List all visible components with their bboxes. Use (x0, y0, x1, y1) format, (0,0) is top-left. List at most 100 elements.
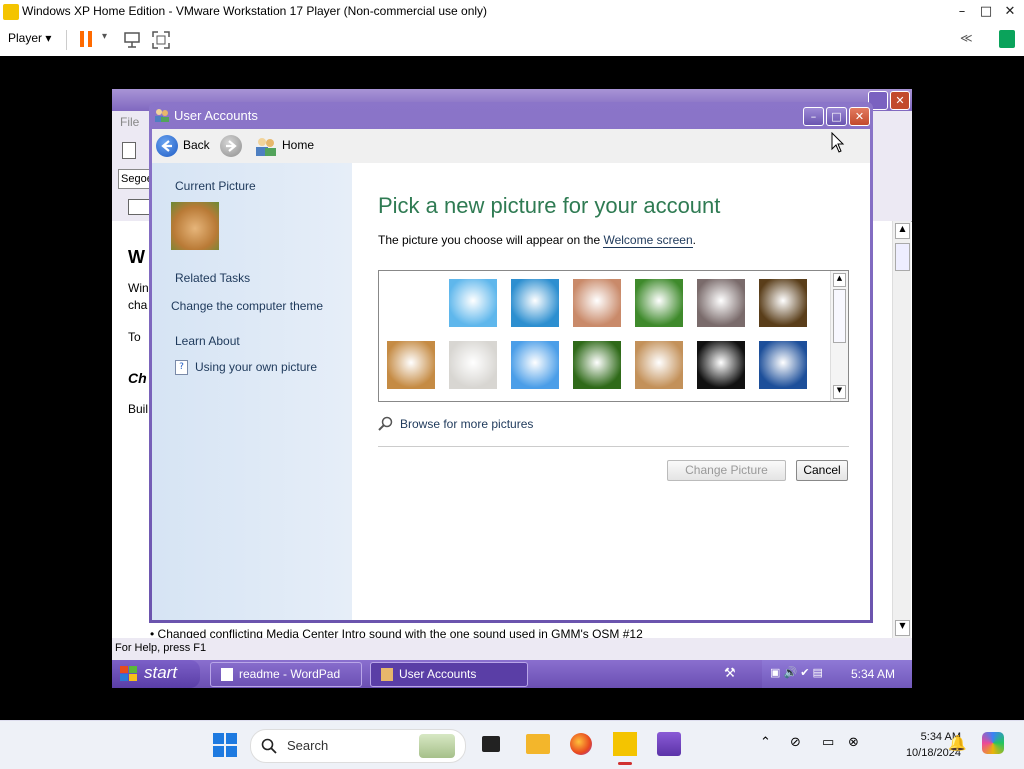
windows-start-icon[interactable] (213, 733, 237, 757)
forward-arrow-icon[interactable] (220, 135, 242, 157)
start-button[interactable]: start (112, 660, 200, 688)
user-accounts-window: User Accounts – □ ✕ Back Home Current Pi… (149, 102, 873, 623)
search-highlight-image (419, 734, 455, 758)
copilot-icon[interactable] (982, 732, 1004, 754)
windows-flag-icon (120, 666, 137, 681)
xp-taskbar: start readme - WordPad User Accounts ⚒ ▣… (112, 660, 912, 688)
host-window-title: Windows XP Home Edition - VMware Worksta… (22, 4, 488, 18)
host-title-bar: Windows XP Home Edition - VMware Worksta… (0, 0, 1024, 24)
vmware-taskbar-icon[interactable] (613, 732, 637, 756)
doc-line: To (128, 330, 141, 344)
picture-butterfly-tile[interactable] (635, 279, 683, 327)
current-picture-dog-image (171, 202, 219, 250)
gallery-scroll-thumb[interactable] (833, 289, 846, 343)
picture-beach-ball-tile[interactable] (449, 279, 497, 327)
picture-dog-tile[interactable] (387, 341, 435, 389)
picture-bridge-tile[interactable] (759, 341, 807, 389)
wordpad-status-bar: For Help, press F1 (112, 638, 912, 660)
wordpad-close-icon[interactable]: ✕ (890, 91, 910, 110)
back-arrow-icon[interactable] (156, 135, 178, 157)
picture-grass-tile[interactable] (573, 341, 621, 389)
browse-pictures-link[interactable]: Browse for more pictures (400, 417, 533, 431)
page-description: The picture you choose will appear on th… (378, 233, 696, 248)
host-taskbar: Search ⌃ ⊘ ▭ ⊗ 5:34 AM 10/18/2024 🔔 (0, 720, 1024, 769)
library-icon[interactable] (999, 30, 1015, 48)
doc-subheading: Ch (128, 370, 147, 386)
notification-bell-icon[interactable]: 🔔 (948, 734, 967, 752)
system-tray: ▣ 🔊 ✔ ▤ 5:34 AM (762, 660, 912, 688)
xp-clock: 5:34 AM (851, 667, 896, 681)
status-text: For Help, press F1 (115, 642, 207, 654)
start-label: start (144, 663, 178, 682)
player-menu[interactable]: Player ▾ (8, 31, 51, 45)
task-view-icon[interactable] (482, 736, 500, 752)
task-label: User Accounts (399, 667, 477, 681)
welcome-screen-link[interactable]: Welcome screen (603, 233, 693, 248)
player-menu-label: Player (8, 31, 43, 45)
current-picture-label: Current Picture (175, 179, 256, 193)
picture-fan-tile[interactable] (449, 341, 497, 389)
search-magnifier-icon (261, 738, 277, 754)
picture-sailboat-tile[interactable] (511, 279, 559, 327)
learn-about-label: Learn About (175, 334, 240, 348)
picture-flower-tile[interactable] (697, 341, 745, 389)
picture-chess-tile[interactable] (759, 279, 807, 327)
vmware-logo-icon (3, 4, 19, 20)
show-hidden-icons-icon[interactable]: ⌃ (760, 735, 771, 750)
firefox-icon[interactable] (570, 733, 592, 755)
pause-icon[interactable] (80, 31, 94, 47)
visual-studio-icon[interactable] (657, 732, 681, 756)
pause-dropdown-icon[interactable]: ▾ (102, 31, 107, 42)
scroll-down-icon[interactable]: ▼ (895, 620, 910, 636)
picture-guitar-tile[interactable] (635, 341, 683, 389)
taskbar-user-accounts[interactable]: User Accounts (370, 662, 528, 687)
doc-line: Buil (128, 402, 149, 416)
picture-book-tile[interactable] (573, 279, 621, 327)
maximize-button[interactable]: □ (974, 0, 998, 24)
network-icon[interactable]: ⊘ (790, 735, 801, 750)
user-accounts-task-icon (381, 668, 393, 682)
gallery-scrollbar[interactable]: ▲ ▼ (830, 271, 848, 401)
tray-icons[interactable]: ▣ 🔊 ✔ ▤ (770, 666, 823, 679)
change-picture-button[interactable]: Change Picture (667, 460, 786, 481)
scroll-up-icon[interactable]: ▲ (895, 223, 910, 239)
divider (378, 446, 849, 447)
menu-file[interactable]: File (120, 115, 139, 129)
send-ctrl-alt-del-icon[interactable] (122, 30, 142, 50)
picture-cat-tile[interactable] (697, 279, 745, 327)
doc-line: Win (128, 281, 149, 295)
active-app-indicator (618, 762, 632, 765)
own-picture-link[interactable]: Using your own picture (195, 360, 317, 374)
close-button[interactable]: ✕ (998, 0, 1022, 24)
taskbar-wordpad[interactable]: readme - WordPad (210, 662, 362, 687)
picture-soccer-ball-tile[interactable] (387, 279, 435, 327)
file-explorer-icon[interactable] (526, 734, 550, 754)
cancel-button[interactable]: Cancel (796, 460, 848, 481)
volume-icon[interactable]: ⊗ (848, 735, 859, 750)
home-users-icon[interactable] (254, 135, 278, 157)
dialog-minimize-icon[interactable]: – (803, 107, 824, 126)
scroll-thumb[interactable] (895, 243, 910, 271)
fullscreen-icon[interactable] (151, 30, 171, 50)
picture-goldfish-tile[interactable] (511, 341, 559, 389)
gallery-scroll-down-icon[interactable]: ▼ (833, 385, 846, 399)
doc-heading: W (128, 247, 145, 267)
gallery-scroll-up-icon[interactable]: ▲ (833, 273, 846, 287)
wordpad-icon (221, 668, 233, 682)
home-button[interactable]: Home (282, 138, 314, 152)
display-icon[interactable]: ▭ (822, 735, 834, 750)
dialog-maximize-icon[interactable]: □ (826, 107, 847, 126)
description-text: The picture you choose will appear on th… (378, 233, 604, 247)
new-document-icon[interactable] (122, 142, 136, 159)
change-theme-link[interactable]: Change the computer theme (171, 299, 323, 313)
collapse-toolbar-icon[interactable]: ≪ (960, 31, 973, 45)
help-icon: ? (175, 360, 188, 375)
wordpad-scrollbar[interactable]: ▲ ▼ (892, 221, 911, 638)
back-button[interactable]: Back (183, 138, 210, 152)
tools-tray-icon[interactable]: ⚒ (724, 666, 736, 681)
dialog-close-icon[interactable]: ✕ (849, 107, 870, 126)
minimize-button[interactable]: – (950, 0, 974, 24)
search-box[interactable]: Search (250, 729, 466, 763)
description-end: . (692, 233, 696, 247)
picture-gallery: ▲ ▼ (378, 270, 849, 402)
